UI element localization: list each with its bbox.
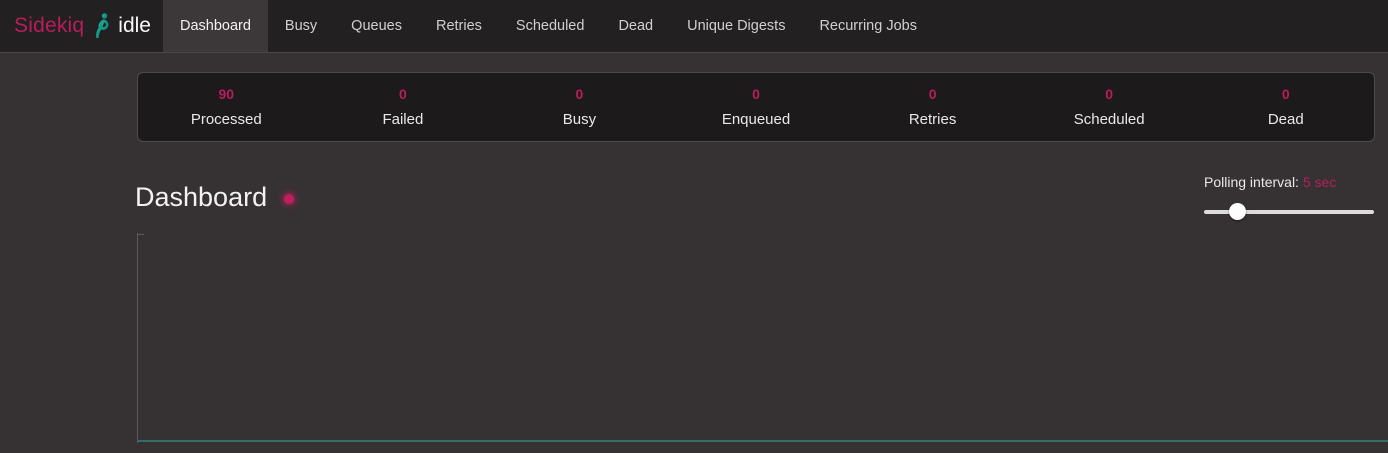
graph-y-axis-tick [138,234,144,235]
realtime-graph [137,233,1388,443]
sidekiq-logo-icon [93,13,111,39]
stat-enqueued: 0 Enqueued [668,86,845,128]
brand-name: Sidekiq [14,14,84,38]
stat-enqueued-label: Enqueued [722,111,790,128]
polling-interval-slider[interactable] [1204,203,1374,220]
stat-dead: 0 Dead [1197,86,1374,128]
stat-scheduled-label: Scheduled [1074,111,1145,128]
nav-item-scheduled[interactable]: Scheduled [499,0,602,52]
stat-processed: 90 Processed [138,86,315,128]
polling-interval-control: Polling interval: 5 sec [1204,174,1374,220]
nav-item-queues[interactable]: Queues [334,0,419,52]
stat-failed: 0 Failed [315,86,492,128]
brand[interactable]: Sidekiq idle [0,0,163,52]
stat-failed-value: 0 [399,86,407,102]
nav-item-busy[interactable]: Busy [268,0,334,52]
nav-items: Dashboard Busy Queues Retries Scheduled … [163,0,934,52]
page-title: Dashboard [135,182,267,213]
navbar: Sidekiq idle Dashboard Busy Queues Retri… [0,0,1388,53]
stat-busy-value: 0 [576,86,584,102]
nav-item-retries[interactable]: Retries [419,0,499,52]
stat-retries: 0 Retries [844,86,1021,128]
polling-interval-value: 5 sec [1303,174,1336,190]
stat-retries-value: 0 [929,86,937,102]
process-status-text: idle [118,14,151,38]
stat-busy-label: Busy [563,111,596,128]
nav-item-unique-digests[interactable]: Unique Digests [670,0,802,52]
stat-enqueued-value: 0 [752,86,760,102]
stat-processed-value: 90 [219,86,235,102]
stat-processed-label: Processed [191,111,262,128]
graph-y-axis [137,233,138,443]
live-beacon-icon [284,194,294,204]
graph-processed-line [138,440,1388,442]
nav-item-dashboard[interactable]: Dashboard [163,0,268,52]
page-heading: Dashboard [135,182,294,213]
nav-item-dead[interactable]: Dead [601,0,670,52]
polling-interval-text: Polling interval: 5 sec [1204,174,1374,190]
summary-bar: 90 Processed 0 Failed 0 Busy 0 Enqueued … [137,72,1375,142]
slider-thumb[interactable] [1229,203,1246,220]
stat-dead-label: Dead [1268,111,1304,128]
stat-busy: 0 Busy [491,86,668,128]
stat-scheduled: 0 Scheduled [1021,86,1198,128]
stat-failed-label: Failed [382,111,423,128]
stat-scheduled-value: 0 [1105,86,1113,102]
nav-item-recurring-jobs[interactable]: Recurring Jobs [802,0,934,52]
stat-dead-value: 0 [1282,86,1290,102]
polling-interval-label: Polling interval: [1204,174,1299,190]
stat-retries-label: Retries [909,111,957,128]
